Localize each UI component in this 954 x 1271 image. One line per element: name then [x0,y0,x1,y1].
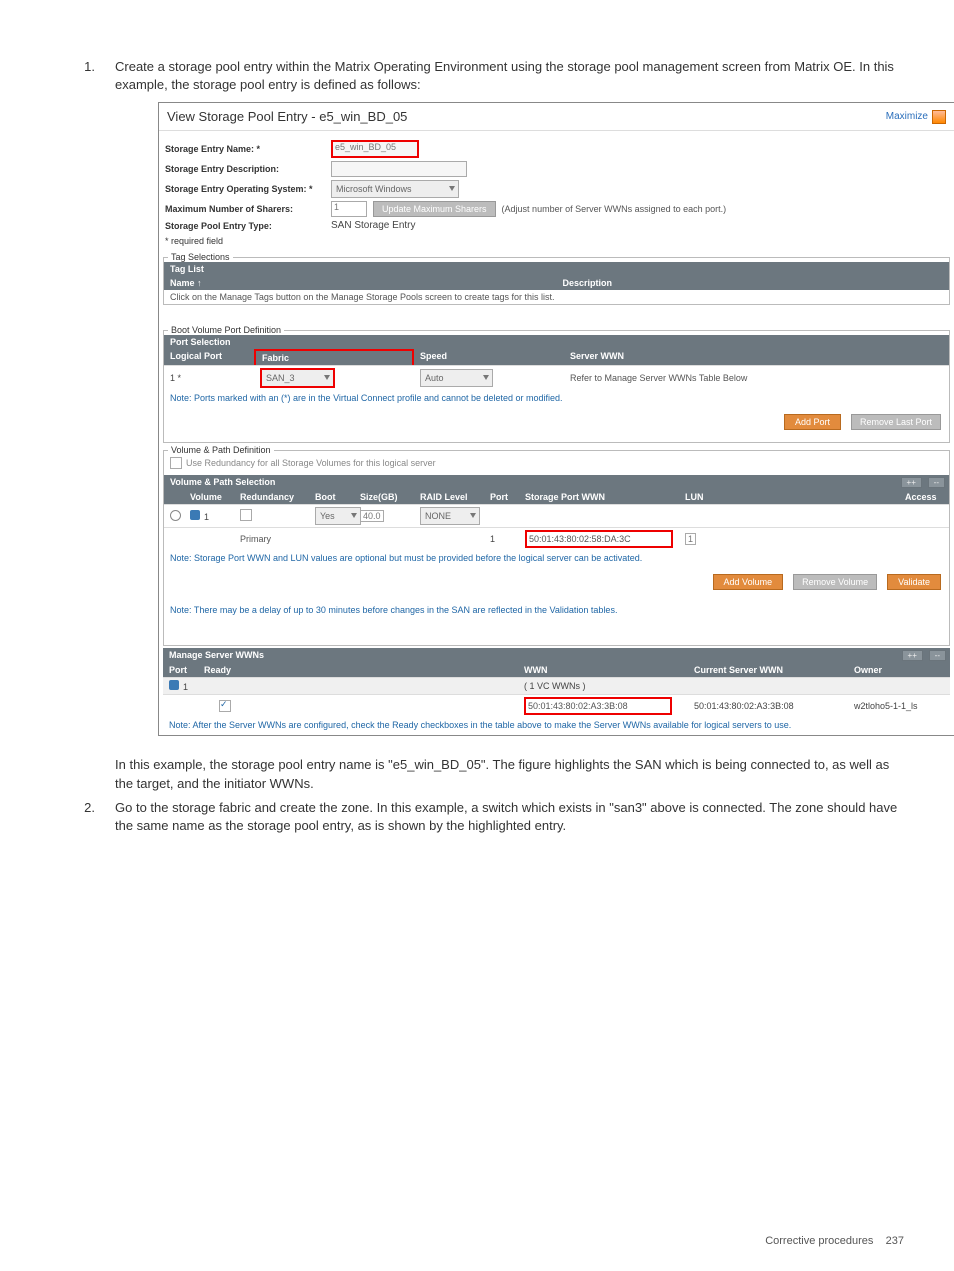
adjust-hint: (Adjust number of Server WWNs assigned t… [502,204,727,214]
vth-spwwn[interactable]: Storage Port WWN [519,490,679,504]
storage-entry-name-input[interactable]: e5_win_BD_05 [331,140,419,158]
port-icon [169,680,179,690]
update-max-sharers-button[interactable]: Update Maximum Sharers [373,201,496,217]
mrow-port: 1 [183,682,188,692]
row-radio[interactable] [170,510,181,521]
vol-path-legend: Volume & Path Definition [168,445,274,455]
mth-owner[interactable]: Owner [848,663,950,677]
tag-list-band: Tag List [164,262,949,276]
volume-path-group: Volume & Path Definition Use Redundancy … [163,445,950,646]
storage-entry-desc-input[interactable] [331,161,467,177]
vth-port[interactable]: Port [484,490,519,504]
th-tag-name[interactable]: Name ↑ [164,276,557,290]
tag-selections-group: Tag Selections Tag List Name ↑ Descripti… [163,252,950,305]
mth-wwn[interactable]: WWN [518,663,688,677]
port-note: Note: Ports marked with an (*) are in th… [164,390,949,406]
label-storage-entry-desc: Storage Entry Description: [165,164,325,174]
redundancy-checkbox[interactable] [170,457,182,469]
speed-select[interactable]: Auto [420,369,493,387]
boot-port-legend: Boot Volume Port Definition [168,325,284,335]
vth-lun[interactable]: LUN [679,490,899,504]
collapse-button[interactable]: -- [928,477,945,488]
port-selection-band: Port Selection [164,335,949,349]
mth-ready[interactable]: Ready [198,663,518,677]
vth-access[interactable]: Access [899,490,949,504]
vth-raid[interactable]: RAID Level [414,490,484,504]
mth-port[interactable]: Port [163,663,198,677]
expand-button[interactable]: ++ [901,477,922,488]
lun-input[interactable]: 1 [685,533,696,545]
required-field-note: * required field [159,236,954,250]
footer-page-number: 237 [886,1235,904,1247]
tag-selections-legend: Tag Selections [168,252,233,262]
validate-button[interactable]: Validate [887,574,941,590]
label-entry-type: Storage Pool Entry Type: [165,221,325,231]
current-wwn: 50:01:43:80:02:A3:3B:08 [688,699,848,713]
max-sharers-input[interactable]: 1 [331,201,367,217]
mgr-note: Note: After the Server WWNs are configur… [163,717,950,733]
label-storage-entry-name: Storage Entry Name: * [165,144,325,154]
port-value: 1 [484,532,519,546]
th-tag-desc[interactable]: Description [557,276,950,290]
vth-boot[interactable]: Boot [309,490,354,504]
dialog-title: View Storage Pool Entry - e5_win_BD_05 [167,109,407,124]
mid-paragraph: In this example, the storage pool entry … [115,756,904,792]
vol-path-sel-band: Volume & Path Selection [164,475,894,490]
mgr-expand-button[interactable]: ++ [902,650,923,661]
vol-num: 1 [204,512,209,522]
add-port-button[interactable]: Add Port [784,414,841,430]
th-fabric[interactable]: Fabric [254,349,414,365]
tag-note: Click on the Manage Tags button on the M… [164,290,949,304]
vth-size[interactable]: Size(GB) [354,490,414,504]
mth-cur[interactable]: Current Server WWN [688,663,848,677]
entry-type-value: SAN Storage Entry [331,220,415,231]
primary-label: Primary [234,532,309,546]
port-row-num: 1 * [164,371,254,385]
redundancy-label: Use Redundancy for all Storage Volumes f… [186,458,436,468]
vol-note-1: Note: Storage Port WWN and LUN values ar… [164,550,949,566]
os-select[interactable]: Microsoft Windows [331,180,459,198]
remove-volume-button[interactable]: Remove Volume [793,574,877,590]
th-speed[interactable]: Speed [414,349,564,365]
ready-checkbox[interactable] [219,700,231,712]
list-number-2: 2. [50,799,115,835]
list-number-1: 1. [50,58,115,94]
vol-redundancy-cb[interactable] [240,509,252,521]
storage-port-wwn-input[interactable]: 50:01:43:80:02:58:DA:3C [525,530,673,548]
vol-note-2: Note: There may be a delay of up to 30 m… [164,602,949,645]
wwn-input[interactable]: 50:01:43:80:02:A3:3B:08 [524,697,672,715]
label-os: Storage Entry Operating System: * [165,184,325,194]
storage-pool-screenshot: View Storage Pool Entry - e5_win_BD_05 M… [158,102,954,736]
boot-select[interactable]: Yes [315,507,361,525]
owner: w2tloho5-1-1_ls [848,699,950,713]
maximize-icon[interactable] [932,110,946,124]
mgr-collapse-button[interactable]: -- [929,650,946,661]
th-logical-port[interactable]: Logical Port [164,349,254,365]
volume-icon [190,510,200,520]
size-input[interactable]: 40.0 [360,510,384,522]
boot-port-def-group: Boot Volume Port Definition Port Selecti… [163,325,950,443]
label-max-sharers: Maximum Number of Sharers: [165,204,325,214]
list-text-1: Create a storage pool entry within the M… [115,58,904,94]
raid-select[interactable]: NONE [420,507,480,525]
vc-wwns-count: ( 1 VC WWNs ) [518,679,688,693]
server-wwn-note: Refer to Manage Server WWNs Table Below [564,371,949,385]
manage-wwns-band: Manage Server WWNs [163,648,895,663]
maximize-link[interactable]: Maximize [886,111,928,122]
fabric-select[interactable]: SAN_3 [260,368,335,388]
add-volume-button[interactable]: Add Volume [713,574,784,590]
vth-volume[interactable]: Volume [184,490,234,504]
remove-port-button[interactable]: Remove Last Port [851,414,941,430]
vth-redundancy[interactable]: Redundancy [234,490,309,504]
footer-section: Corrective procedures [765,1235,873,1247]
th-server-wwn[interactable]: Server WWN [564,349,949,365]
list-text-2: Go to the storage fabric and create the … [115,799,904,835]
